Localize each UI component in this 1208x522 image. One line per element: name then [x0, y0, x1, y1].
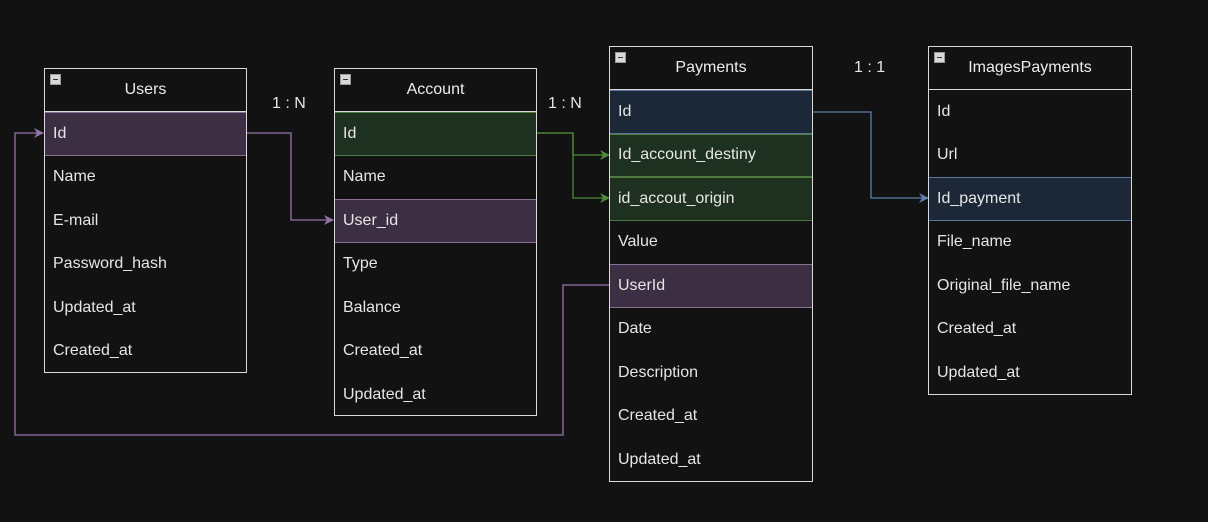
field-row[interactable]: Original_file_name — [929, 264, 1131, 308]
field-row[interactable]: Updated_at — [45, 286, 246, 330]
entity-header[interactable]: Users — [45, 69, 246, 112]
collapse-icon[interactable] — [340, 74, 351, 85]
entity-title: Users — [124, 81, 167, 98]
entity-title: ImagesPayments — [968, 59, 1092, 76]
collapse-icon[interactable] — [615, 52, 626, 63]
cardinality-account-payments: 1 : N — [548, 95, 582, 112]
field-row[interactable]: Id — [929, 90, 1131, 134]
field-row[interactable]: Created_at — [335, 330, 536, 374]
link-account-payments-origin — [537, 132, 610, 203]
field-row[interactable]: Url — [929, 134, 1131, 178]
field-row[interactable]: Id_account_destiny — [610, 133, 812, 177]
entity-users[interactable]: Users Id Name E-mail Password_hash Updat… — [44, 68, 247, 373]
entity-account[interactable]: Account Id Name User_id Type Balance Cre… — [334, 68, 537, 416]
link-users-account — [247, 132, 334, 225]
field-row[interactable]: Created_at — [610, 395, 812, 439]
field-row[interactable]: Updated_at — [335, 373, 536, 417]
entity-header[interactable]: Account — [335, 69, 536, 112]
field-row[interactable]: id_accout_origin — [610, 177, 812, 221]
field-row[interactable]: Balance — [335, 286, 536, 330]
field-row[interactable]: Created_at — [929, 308, 1131, 352]
entity-payments[interactable]: Payments Id Id_account_destiny id_accout… — [609, 46, 813, 482]
entity-images-payments[interactable]: ImagesPayments Id Url Id_payment File_na… — [928, 46, 1132, 395]
field-row[interactable]: Updated_at — [610, 438, 812, 482]
field-row[interactable]: Updated_at — [929, 351, 1131, 395]
field-row[interactable]: E-mail — [45, 199, 246, 243]
field-row[interactable]: Id — [335, 112, 536, 156]
entity-header[interactable]: ImagesPayments — [929, 47, 1131, 90]
field-row[interactable]: File_name — [929, 221, 1131, 265]
field-row[interactable]: Date — [610, 308, 812, 352]
field-row[interactable]: Id — [45, 112, 246, 156]
field-row[interactable]: Name — [335, 156, 536, 200]
field-row[interactable]: User_id — [335, 199, 536, 243]
field-row[interactable]: Id — [610, 90, 812, 134]
collapse-icon[interactable] — [50, 74, 61, 85]
field-row[interactable]: Password_hash — [45, 243, 246, 287]
field-row[interactable]: Created_at — [45, 330, 246, 374]
entity-title: Payments — [675, 59, 747, 76]
field-row[interactable]: Value — [610, 221, 812, 265]
collapse-icon[interactable] — [934, 52, 945, 63]
field-row[interactable]: Description — [610, 351, 812, 395]
entity-title: Account — [406, 81, 465, 98]
field-row[interactable]: Id_payment — [929, 177, 1131, 221]
cardinality-payments-images: 1 : 1 — [854, 59, 886, 76]
entity-header[interactable]: Payments — [610, 47, 812, 90]
cardinality-users-account: 1 : N — [272, 95, 306, 112]
field-row[interactable]: UserId — [610, 264, 812, 308]
link-payments-images — [813, 111, 929, 203]
field-row[interactable]: Name — [45, 156, 246, 200]
er-diagram-canvas: Users Id Name E-mail Password_hash Updat… — [0, 0, 1208, 522]
field-row[interactable]: Type — [335, 243, 536, 287]
